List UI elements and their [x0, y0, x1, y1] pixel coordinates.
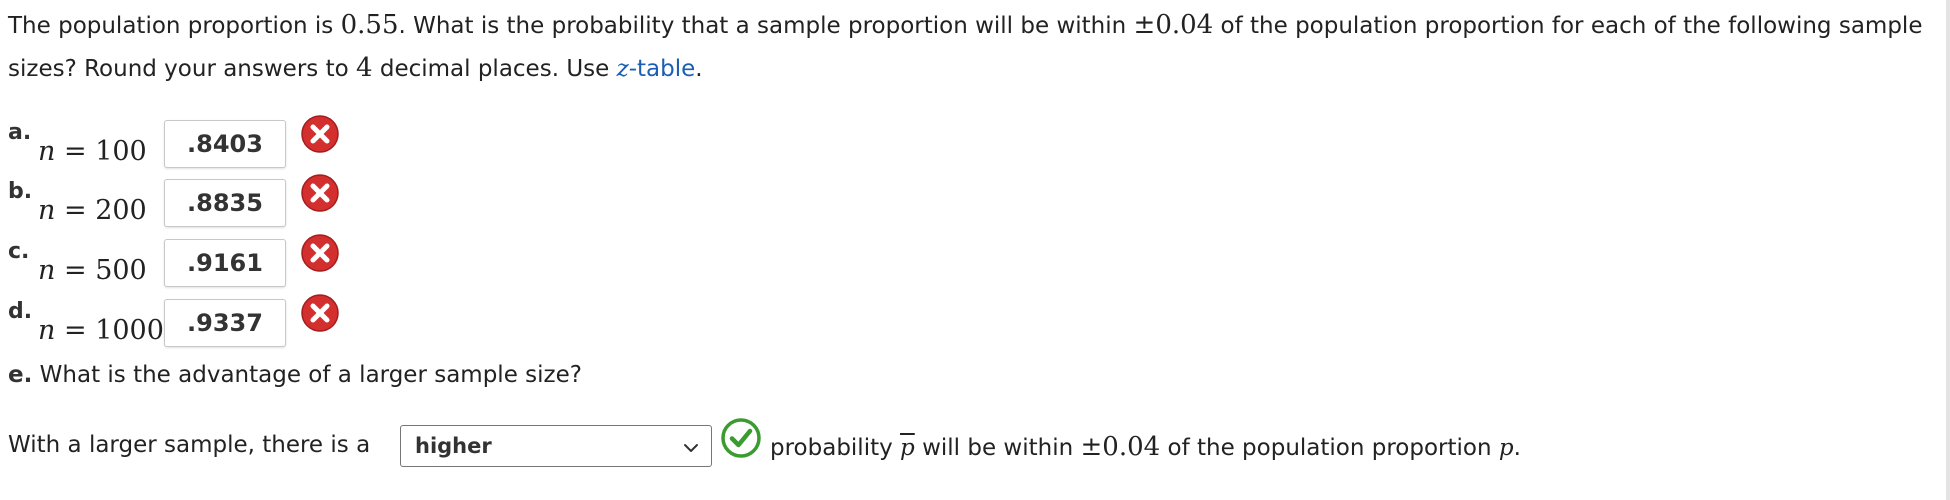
n-variable: n [38, 136, 56, 167]
intro-text-4: decimal places. Use [372, 56, 617, 82]
part-d-answer-input[interactable]: .9337 [164, 299, 286, 347]
check-circle-icon [721, 418, 761, 458]
intro-text-1: The population proportion is [8, 13, 341, 39]
suffix-text-4: . [1513, 435, 1521, 461]
part-b-letter: b. [8, 179, 33, 204]
part-e-prefix: With a larger sample, there is a [8, 432, 371, 458]
margin-value: ±0.04 [1080, 432, 1161, 462]
z-table-link-var: z [616, 56, 629, 82]
part-e-question: e. What is the advantage of a larger sam… [8, 362, 582, 388]
part-d-sample-size: n = 1000 [38, 315, 164, 346]
part-a-sample-size: n = 100 [38, 136, 147, 167]
part-b-answer-input[interactable]: .8835 [164, 179, 286, 227]
x-circle-icon [301, 174, 339, 212]
part-e-question-text: What is the advantage of a larger sample… [32, 362, 582, 388]
n-variable: n [38, 195, 56, 226]
n-variable: n [38, 315, 56, 346]
part-e-dropdown-value: higher [415, 434, 492, 458]
suffix-text-1: probability [770, 435, 901, 461]
population-proportion-value: 0.55 [340, 10, 399, 40]
part-c-letter: c. [8, 239, 30, 264]
margin-value: ±0.04 [1133, 10, 1214, 40]
equals-sign: = [55, 315, 96, 346]
part-e-suffix: probability p will be within ±0.04 of th… [770, 432, 1521, 462]
part-b-sample-size: n = 200 [38, 195, 147, 226]
n-value: 500 [95, 255, 147, 286]
part-e-answer-row: With a larger sample, there is a higher … [8, 418, 1928, 475]
n-value: 100 [95, 136, 147, 167]
p-bar-symbol: p [900, 435, 915, 461]
n-value: 1000 [95, 315, 164, 346]
part-a-answer-input[interactable]: .8403 [164, 120, 286, 168]
part-a-letter: a. [8, 120, 32, 145]
decimal-places-value: 4 [355, 53, 373, 83]
x-circle-icon [301, 294, 339, 332]
equals-sign: = [55, 255, 96, 286]
z-table-link[interactable]: z-table [617, 56, 696, 82]
part-e-letter: e. [8, 362, 33, 388]
part-c-sample-size: n = 500 [38, 255, 147, 286]
intro-text-5: . [695, 56, 703, 82]
p-symbol: p [1498, 435, 1514, 461]
z-table-link-text: -table [628, 56, 696, 82]
equals-sign: = [55, 136, 96, 167]
intro-text-2: . What is the probability that a sample … [398, 13, 1134, 39]
part-c-answer-input[interactable]: .9161 [164, 239, 286, 287]
n-value: 200 [95, 195, 147, 226]
question-intro: The population proportion is 0.55. What … [8, 4, 1933, 90]
suffix-text-3: of the population proportion [1160, 435, 1499, 461]
n-variable: n [38, 255, 56, 286]
part-e-dropdown[interactable]: higher [400, 425, 712, 467]
page-edge-divider [1946, 0, 1950, 500]
suffix-text-2: will be within [914, 435, 1081, 461]
equals-sign: = [55, 195, 96, 226]
chevron-down-icon [684, 444, 698, 452]
x-circle-icon [301, 115, 339, 153]
x-circle-icon [301, 234, 339, 272]
part-d-letter: d. [8, 299, 33, 324]
